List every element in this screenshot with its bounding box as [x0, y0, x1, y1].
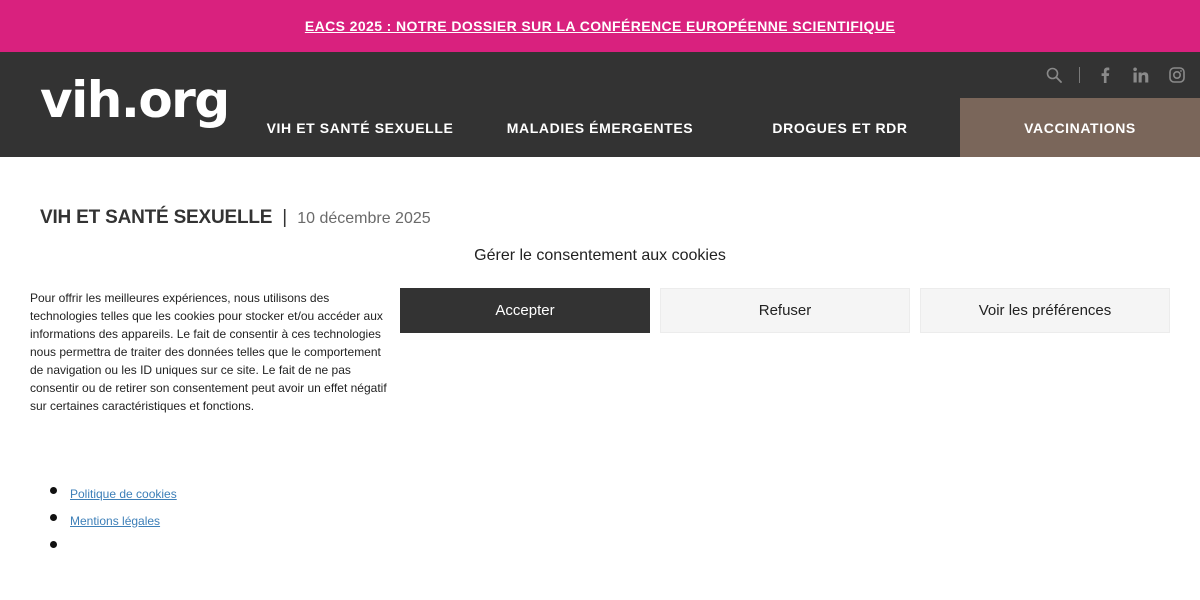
- facebook-icon[interactable]: [1096, 66, 1114, 84]
- cookie-policy-link[interactable]: Politique de cookies: [70, 487, 177, 501]
- nav-item-drogues[interactable]: DROGUES ET RDR: [720, 98, 960, 157]
- list-item: [50, 534, 177, 561]
- article-meta: VIH ET SANTÉ SEXUELLE | 10 décembre 2025: [40, 207, 431, 229]
- announcement-link[interactable]: EACS 2025 : NOTRE DOSSIER SUR LA CONFÉRE…: [305, 18, 895, 34]
- article-date: 10 décembre 2025: [297, 210, 431, 227]
- nav-item-maladies[interactable]: MALADIES ÉMERGENTES: [480, 98, 720, 157]
- list-item: Politique de cookies: [50, 480, 177, 507]
- accept-button[interactable]: Accepter: [400, 288, 650, 333]
- cookie-banner-text: Pour offrir les meilleures expériences, …: [30, 291, 387, 413]
- nav-item-vaccinations[interactable]: VACCINATIONS: [960, 98, 1200, 157]
- cookie-banner-title: Gérer le consentement aux cookies: [474, 247, 726, 264]
- announcement-bar: EACS 2025 : NOTRE DOSSIER SUR LA CONFÉRE…: [0, 0, 1200, 52]
- header-tools: [1045, 66, 1186, 84]
- article-category[interactable]: VIH ET SANTÉ SEXUELLE: [40, 207, 272, 229]
- search-icon[interactable]: [1045, 66, 1063, 84]
- preferences-button[interactable]: Voir les préférences: [920, 288, 1170, 333]
- instagram-icon[interactable]: [1168, 66, 1186, 84]
- list-item: Mentions légales: [50, 507, 177, 534]
- linkedin-icon[interactable]: [1132, 66, 1150, 84]
- refuse-button[interactable]: Refuser: [660, 288, 910, 333]
- cookie-links-list: Politique de cookies Mentions légales: [50, 480, 177, 561]
- meta-separator: |: [282, 207, 288, 228]
- nav-item-vih[interactable]: VIH ET SANTÉ SEXUELLE: [240, 98, 480, 157]
- site-logo[interactable]: vih.org: [40, 70, 230, 130]
- site-header: vih.org VIH ET SANTÉ SEXUELLE MALADIES É…: [0, 52, 1200, 157]
- legal-notice-link[interactable]: Mentions légales: [70, 514, 160, 528]
- main-nav: VIH ET SANTÉ SEXUELLE MALADIES ÉMERGENTE…: [240, 98, 1200, 157]
- tools-divider: [1079, 67, 1080, 83]
